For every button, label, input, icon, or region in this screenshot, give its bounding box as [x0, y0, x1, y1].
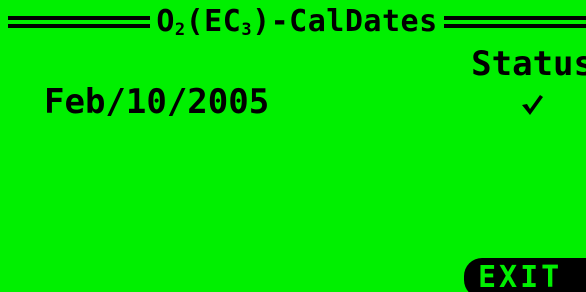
- calibration-row[interactable]: Feb/10/2005: [44, 82, 586, 126]
- exit-button[interactable]: EXIT: [464, 258, 586, 292]
- checkmark-icon: [522, 95, 543, 115]
- title-suffix: )-CalDates: [252, 4, 438, 39]
- title-right-rule: [443, 16, 586, 28]
- title-subscript-ec: 3: [241, 20, 253, 40]
- screen-title: O2(EC3)-CalDates: [156, 4, 438, 40]
- title-prefix: O: [156, 4, 175, 39]
- title-left-rule: [8, 16, 151, 28]
- status-column-header: Status: [471, 44, 586, 84]
- title-subscript-oxygen: 2: [174, 20, 186, 40]
- calibration-date: Feb/10/2005: [44, 82, 270, 122]
- calibration-dates-screen: O2(EC3)-CalDates Status Feb/10/2005 EXIT: [0, 0, 586, 292]
- title-bar: O2(EC3)-CalDates: [0, 0, 586, 44]
- title-middle: (EC: [185, 4, 242, 39]
